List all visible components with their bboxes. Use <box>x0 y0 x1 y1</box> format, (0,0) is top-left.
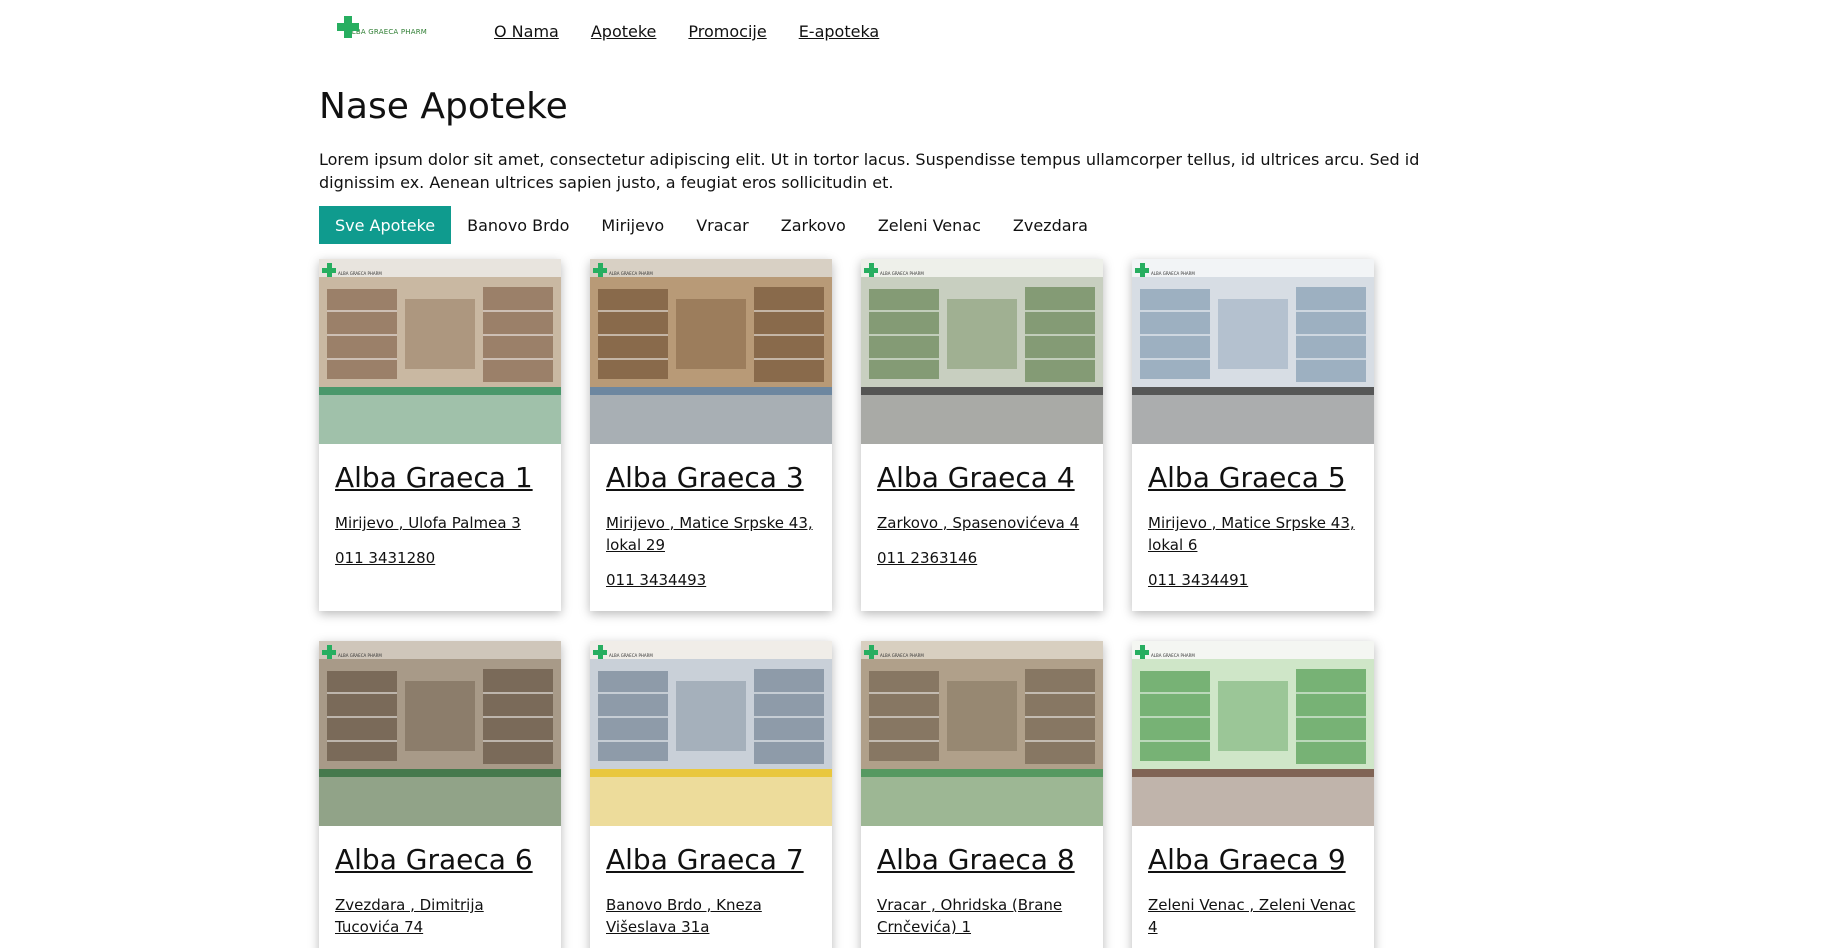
pharmacy-address-link[interactable]: Zvezdara , Dimitrija Tucovića 74 <box>335 894 545 938</box>
pharmacy-cross-icon <box>593 645 607 659</box>
pharmacy-name-link[interactable]: Alba Graeca 4 <box>877 461 1087 494</box>
photo-watermark-text: ALBA GRAECA PHARM <box>338 270 382 276</box>
pharmacy-photo[interactable]: ALBA GRAECA PHARM <box>1132 641 1374 826</box>
pharmacy-photo-illustration <box>319 641 561 826</box>
photo-watermark-logo: ALBA GRAECA PHARM <box>593 644 653 660</box>
pharmacy-phone-link[interactable]: 011 3434493 <box>606 571 816 589</box>
nav-link-apoteke[interactable]: Apoteke <box>591 22 657 41</box>
photo-watermark-logo: ALBA GRAECA PHARM <box>864 644 924 660</box>
pharmacy-card: ALBA GRAECA PHARM Alba Graeca 4 Zarkovo , … <box>861 259 1103 611</box>
pharmacy-card-body: Alba Graeca 6 Zvezdara , Dimitrija Tucovi… <box>319 826 561 948</box>
pharmacy-photo[interactable]: ALBA GRAECA PHARM <box>1132 259 1374 444</box>
pharmacy-photo[interactable]: ALBA GRAECA PHARM <box>861 641 1103 826</box>
filter-tab-zeleni-venac[interactable]: Zeleni Venac <box>862 206 997 244</box>
pharmacy-photo-illustration <box>590 641 832 826</box>
photo-watermark-logo: ALBA GRAECA PHARM <box>1135 262 1195 278</box>
pharmacy-photo[interactable]: ALBA GRAECA PHARM <box>590 259 832 444</box>
pharmacy-photo-illustration <box>1132 641 1374 826</box>
photo-watermark-logo: ALBA GRAECA PHARM <box>322 644 382 660</box>
pharmacy-name-link[interactable]: Alba Graeca 6 <box>335 843 545 876</box>
pharmacy-card: ALBA GRAECA PHARM Alba Graeca 8 Vracar , O… <box>861 641 1103 948</box>
pharmacy-name-link[interactable]: Alba Graeca 9 <box>1148 843 1358 876</box>
filter-tab-mirijevo[interactable]: Mirijevo <box>585 206 680 244</box>
photo-watermark-text: ALBA GRAECA PHARM <box>609 652 653 658</box>
pharmacy-name-link[interactable]: Alba Graeca 5 <box>1148 461 1358 494</box>
pharmacy-address-link[interactable]: Banovo Brdo , Kneza Višeslava 31a <box>606 894 816 938</box>
pharmacy-cross-icon <box>1135 645 1149 659</box>
pharmacy-cross-icon <box>864 645 878 659</box>
pharmacy-photo[interactable]: ALBA GRAECA PHARM <box>590 641 832 826</box>
pharmacy-name-link[interactable]: Alba Graeca 1 <box>335 461 545 494</box>
photo-watermark-logo: ALBA GRAECA PHARM <box>1135 644 1195 660</box>
intro-text: Lorem ipsum dolor sit amet, consectetur … <box>319 150 1420 192</box>
pharmacy-name-link[interactable]: Alba Graeca 3 <box>606 461 816 494</box>
pharmacy-photo-illustration <box>861 259 1103 444</box>
pharmacy-phone-link[interactable]: 011 3434491 <box>1148 571 1358 589</box>
nav-link-promocije[interactable]: Promocije <box>688 22 766 41</box>
pharmacy-address-link[interactable]: Mirijevo , Matice Srpske 43, lokal 6 <box>1148 512 1358 556</box>
nav-link-e-apoteka[interactable]: E-apoteka <box>799 22 880 41</box>
pharmacy-phone-link[interactable]: 011 3431280 <box>335 549 545 567</box>
pharmacy-cross-icon <box>593 263 607 277</box>
filter-tab-vracar[interactable]: Vracar <box>680 206 765 244</box>
pharmacy-card-body: Alba Graeca 3 Mirijevo , Matice Srpske 43… <box>590 444 832 605</box>
pharmacy-name-link[interactable]: Alba Graeca 7 <box>606 843 816 876</box>
filter-tab-zvezdara[interactable]: Zvezdara <box>997 206 1104 244</box>
photo-watermark-logo: ALBA GRAECA PHARM <box>864 262 924 278</box>
site-header: ALBA GRAECA PHARM O Nama Apoteke Promoci… <box>0 0 1837 70</box>
pharmacy-photo[interactable]: ALBA GRAECA PHARM <box>861 259 1103 444</box>
photo-watermark-text: ALBA GRAECA PHARM <box>880 652 924 658</box>
photo-watermark-logo: ALBA GRAECA PHARM <box>322 262 382 278</box>
filter-tab-zarkovo[interactable]: Zarkovo <box>765 206 862 244</box>
brand-logo[interactable]: ALBA GRAECA PHARM <box>337 14 427 40</box>
pharmacy-photo-illustration <box>590 259 832 444</box>
pharmacy-card: ALBA GRAECA PHARM Alba Graeca 6 Zvezdara ,… <box>319 641 561 948</box>
pharmacy-cross-icon <box>337 16 359 38</box>
pharmacy-address-link[interactable]: Mirijevo , Matice Srpske 43, lokal 29 <box>606 512 816 556</box>
photo-watermark-logo: ALBA GRAECA PHARM <box>593 262 653 278</box>
pharmacy-address-link[interactable]: Zeleni Venac , Zeleni Venac 4 <box>1148 894 1358 938</box>
pharmacy-address-link[interactable]: Vracar , Ohridska (Brane Crnčevića) 1 <box>877 894 1087 938</box>
photo-watermark-text: ALBA GRAECA PHARM <box>1151 652 1195 658</box>
photo-watermark-text: ALBA GRAECA PHARM <box>338 652 382 658</box>
location-filter-tabs: Sve Apoteke Banovo Brdo Mirijevo Vracar … <box>319 206 1104 244</box>
pharmacy-cross-icon <box>864 263 878 277</box>
pharmacy-name-link[interactable]: Alba Graeca 8 <box>877 843 1087 876</box>
pharmacy-photo[interactable]: ALBA GRAECA PHARM <box>319 259 561 444</box>
pharmacy-phone-link[interactable]: 011 2363146 <box>877 549 1087 567</box>
pharmacy-card-body: Alba Graeca 7 Banovo Brdo , Kneza Višesla… <box>590 826 832 948</box>
pharmacy-card: ALBA GRAECA PHARM Alba Graeca 5 Mirijevo ,… <box>1132 259 1374 611</box>
pharmacy-photo-illustration <box>1132 259 1374 444</box>
pharmacy-card: ALBA GRAECA PHARM Alba Graeca 3 Mirijevo ,… <box>590 259 832 611</box>
pharmacy-grid: ALBA GRAECA PHARM Alba Graeca 1 Mirijevo ,… <box>319 259 1374 948</box>
photo-watermark-text: ALBA GRAECA PHARM <box>880 270 924 276</box>
pharmacy-address-link[interactable]: Zarkovo , Spasenovićeva 4 <box>877 512 1087 534</box>
pharmacy-photo[interactable]: ALBA GRAECA PHARM <box>319 641 561 826</box>
nav-link-o-nama[interactable]: O Nama <box>494 22 559 41</box>
pharmacy-address-link[interactable]: Mirijevo , Ulofa Palmea 3 <box>335 512 545 534</box>
pharmacy-cross-icon <box>322 645 336 659</box>
pharmacy-card-body: Alba Graeca 8 Vracar , Ohridska (Brane Cr… <box>861 826 1103 948</box>
pharmacy-card-body: Alba Graeca 5 Mirijevo , Matice Srpske 43… <box>1132 444 1374 605</box>
photo-watermark-text: ALBA GRAECA PHARM <box>609 270 653 276</box>
filter-tab-sve-apoteke[interactable]: Sve Apoteke <box>319 206 452 244</box>
pharmacy-cross-icon <box>322 263 336 277</box>
pharmacy-card: ALBA GRAECA PHARM Alba Graeca 9 Zeleni Ven… <box>1132 641 1374 948</box>
pharmacy-card-body: Alba Graeca 9 Zeleni Venac , Zeleni Venac… <box>1132 826 1374 948</box>
page-title: Nase Apoteke <box>319 86 568 127</box>
pharmacy-photo-illustration <box>861 641 1103 826</box>
main-nav: O Nama Apoteke Promocije E-apoteka <box>494 22 911 41</box>
pharmacy-card: ALBA GRAECA PHARM Alba Graeca 7 Banovo Brd… <box>590 641 832 948</box>
photo-watermark-text: ALBA GRAECA PHARM <box>1151 270 1195 276</box>
filter-tab-banovo-brdo[interactable]: Banovo Brdo <box>451 206 585 244</box>
pharmacy-card-body: Alba Graeca 4 Zarkovo , Spasenovićeva 4 01… <box>861 444 1103 583</box>
pharmacy-photo-illustration <box>319 259 561 444</box>
pharmacy-cross-icon <box>1135 263 1149 277</box>
pharmacy-card-body: Alba Graeca 1 Mirijevo , Ulofa Palmea 3 01… <box>319 444 561 583</box>
pharmacy-card: ALBA GRAECA PHARM Alba Graeca 1 Mirijevo ,… <box>319 259 561 611</box>
